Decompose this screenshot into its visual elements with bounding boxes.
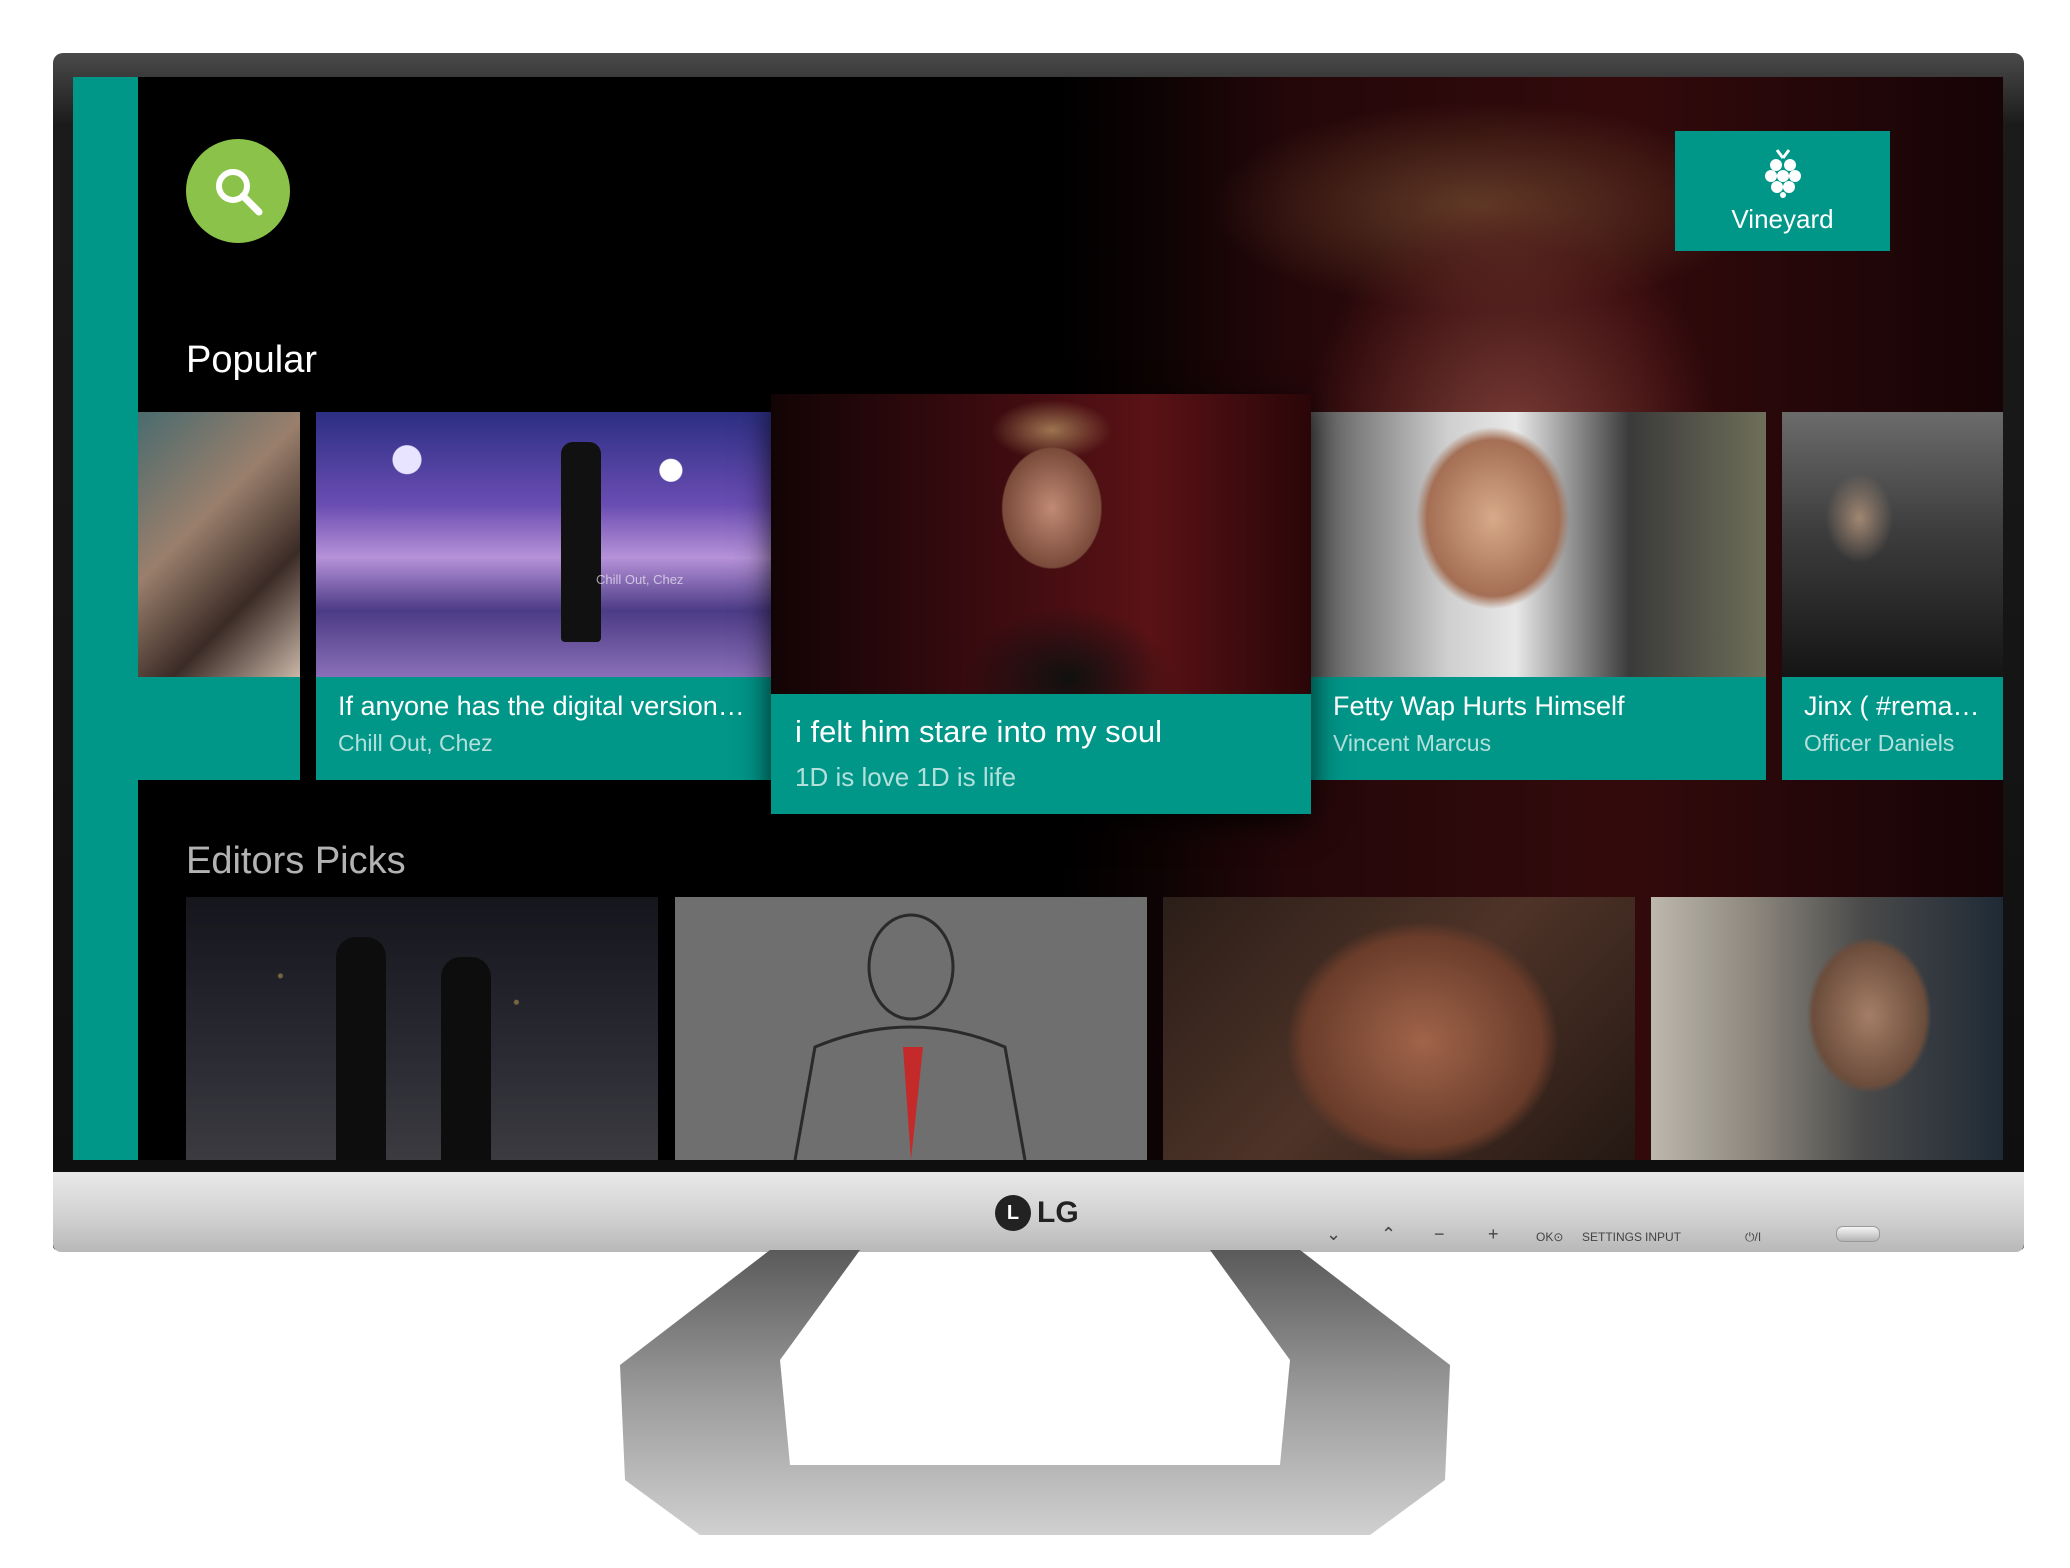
stage-caption: Chill Out, Chez <box>596 572 684 587</box>
card-subtitle: Chill Out, Chez <box>338 730 493 756</box>
card-title: If anyone has the digital version of... <box>338 691 749 721</box>
performer-figure <box>561 442 601 642</box>
search-button[interactable] <box>186 139 290 243</box>
power-button[interactable]: ⏻/I <box>1745 1230 1761 1245</box>
editors-pick-card[interactable] <box>186 897 658 1160</box>
video-thumbnail <box>138 412 300 677</box>
ok-button[interactable]: OK⊙ <box>1536 1230 1563 1244</box>
power-indicator <box>1836 1226 1880 1242</box>
video-thumbnail <box>1782 412 2003 677</box>
channel-up-button[interactable]: ⌃ <box>1381 1224 1396 1245</box>
input-button[interactable]: INPUT <box>1645 1230 1681 1244</box>
channel-down-button[interactable]: ⌄ <box>1326 1224 1341 1245</box>
monitor-stand <box>620 1250 1450 1535</box>
video-card[interactable]: Fetty Wap Hurts Himself Vincent Marcus <box>1311 412 1766 780</box>
editors-pick-card[interactable] <box>675 897 1147 1160</box>
card-title: Fetty Wap Hurts Himself <box>1333 691 1625 721</box>
editors-pick-card[interactable] <box>1651 897 2003 1160</box>
video-thumbnail: Chill Out, Chez <box>316 412 771 677</box>
card-subtitle: Officer Daniels <box>1804 730 1955 756</box>
vineyard-tile[interactable]: Vineyard <box>1675 131 1890 251</box>
brand-logo: L LG <box>995 1195 1079 1231</box>
editors-pick-card[interactable] <box>1163 897 1635 1160</box>
accent-strip <box>73 77 138 1160</box>
video-card[interactable] <box>138 412 300 780</box>
sketch-illustration <box>793 913 1027 1160</box>
tv-screen: Vineyard Popular Chill Out, Chez If anyo… <box>73 77 2003 1160</box>
settings-button[interactable]: SETTINGS <box>1582 1230 1642 1244</box>
card-title: i felt him stare into my soul <box>795 714 1162 749</box>
video-thumbnail <box>1311 412 1766 677</box>
volume-down-button[interactable]: − <box>1434 1224 1445 1245</box>
search-icon <box>216 169 263 216</box>
card-title: Jinx ( #remake of <box>1804 691 1981 721</box>
row-title-editors-picks: Editors Picks <box>186 840 406 882</box>
volume-up-button[interactable]: + <box>1488 1224 1499 1245</box>
row-title-popular: Popular <box>186 339 317 381</box>
video-card[interactable]: Chill Out, Chez If anyone has the digita… <box>316 412 771 780</box>
grape-icon <box>1764 148 1801 198</box>
card-subtitle: 1D is love 1D is life <box>795 762 1017 792</box>
video-card-focused[interactable]: i felt him stare into my soul 1D is love… <box>771 394 1311 814</box>
video-thumbnail <box>771 394 1311 694</box>
video-card[interactable]: Jinx ( #remake of Officer Daniels <box>1782 412 2003 780</box>
lg-logo-icon: L <box>995 1195 1031 1231</box>
vineyard-label: Vineyard <box>1731 203 1834 234</box>
card-subtitle: Vincent Marcus <box>1333 730 1492 756</box>
